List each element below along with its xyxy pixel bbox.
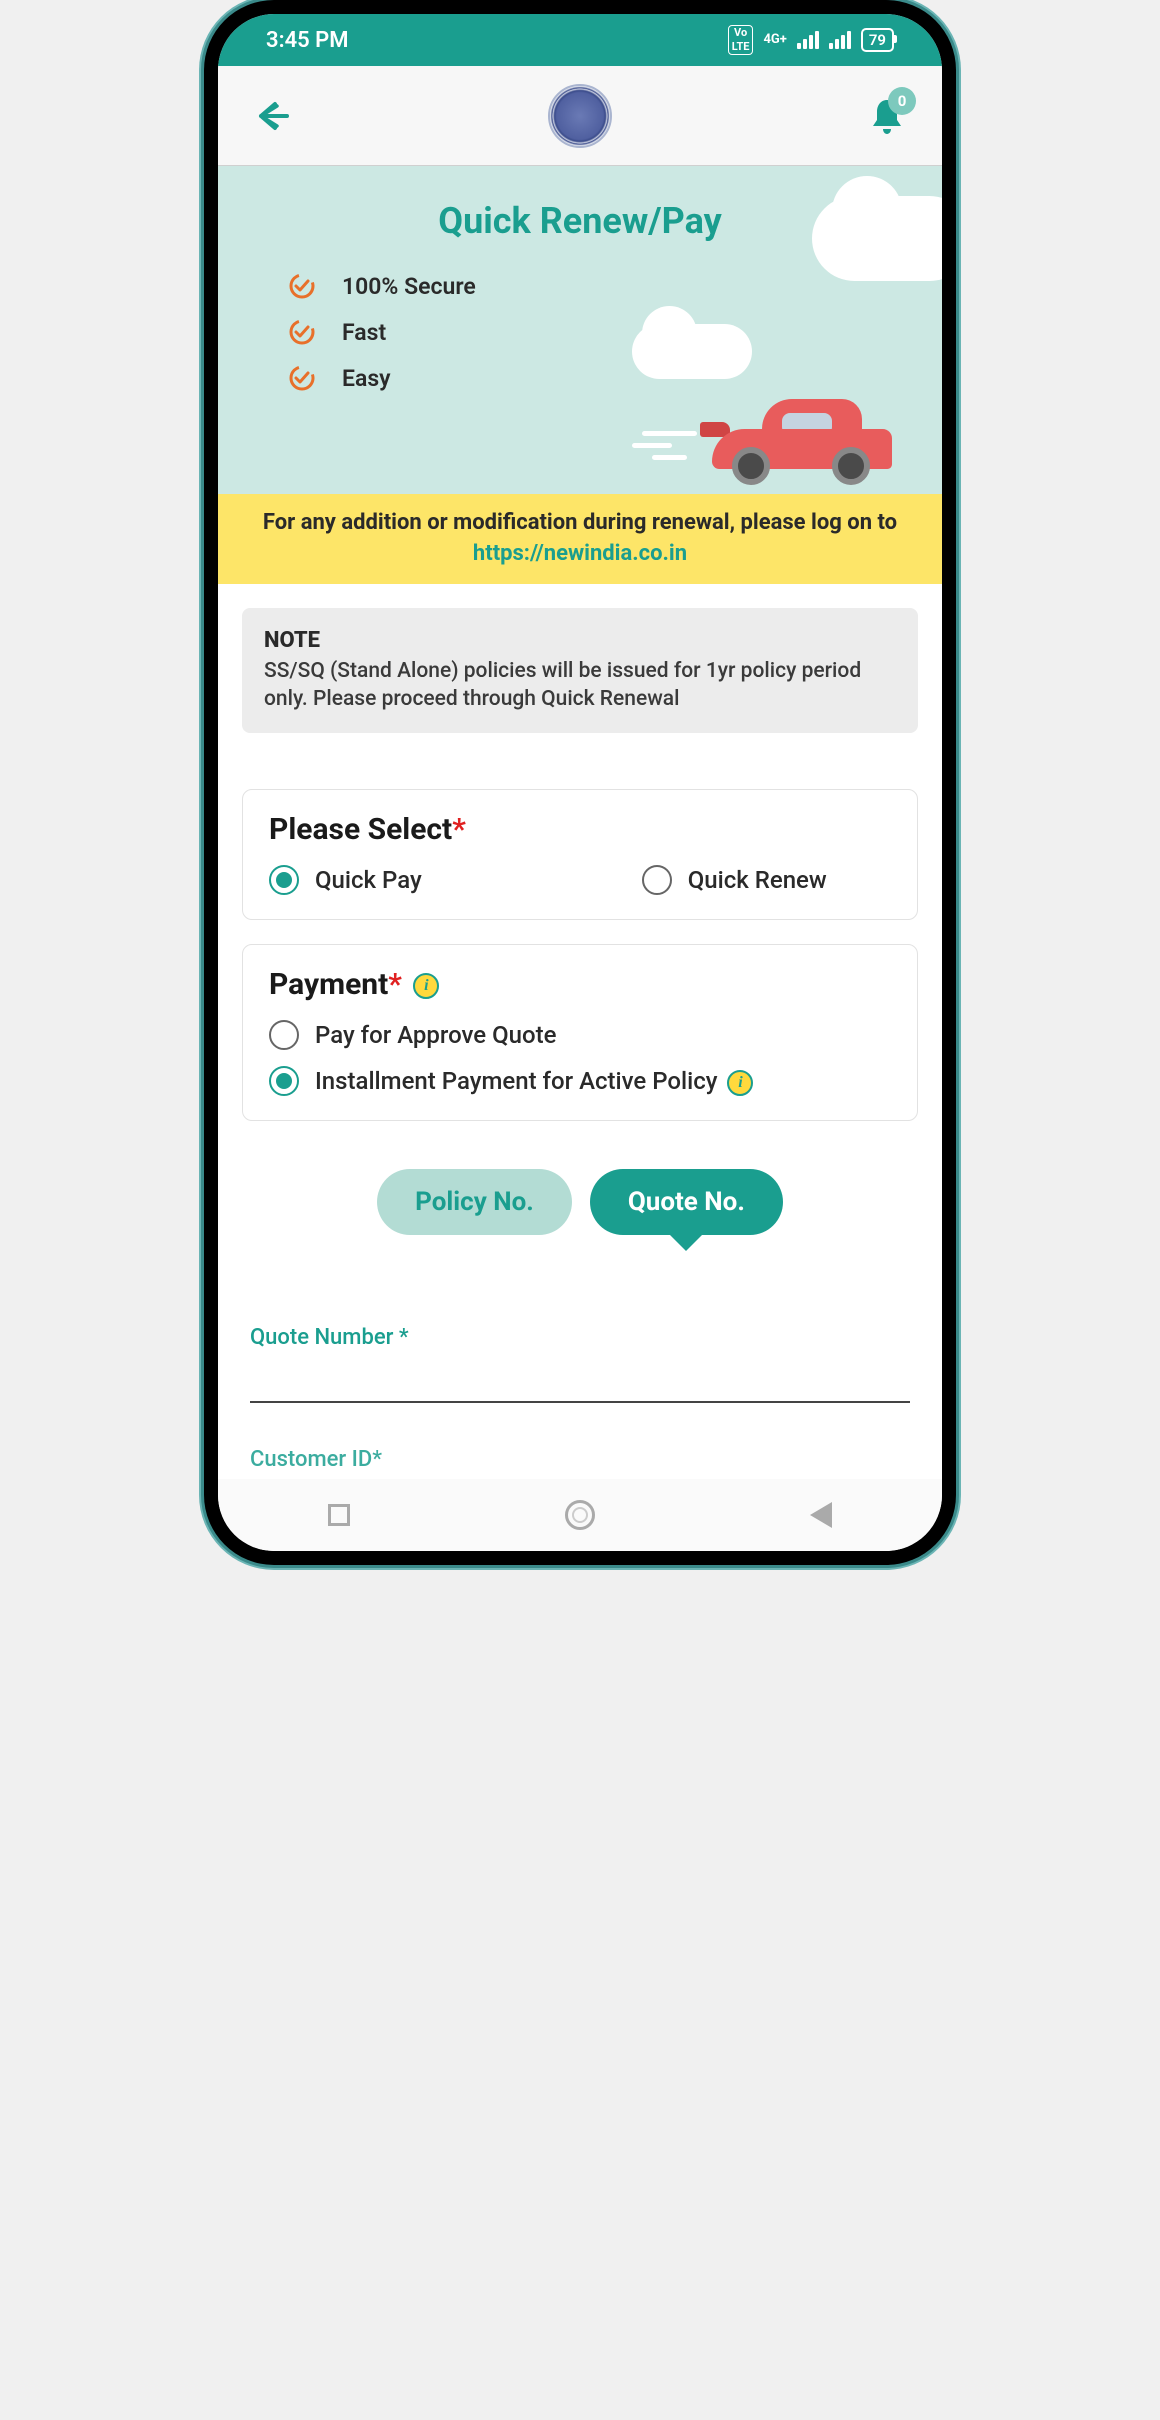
select-title: Please Select* xyxy=(269,812,891,847)
radio-pay-quote[interactable]: Pay for Approve Quote xyxy=(269,1020,891,1050)
main-content[interactable]: Quick Renew/Pay 100% Secure Fast Easy xyxy=(218,166,942,1479)
recents-button[interactable] xyxy=(314,1490,364,1540)
check-icon xyxy=(288,364,316,392)
radio-label: Pay for Approve Quote xyxy=(315,1021,556,1049)
radio-icon xyxy=(642,865,672,895)
notifications-button[interactable]: 0 xyxy=(862,91,912,141)
info-icon[interactable]: i xyxy=(413,973,439,999)
radio-quick-pay[interactable]: Quick Pay xyxy=(269,865,422,895)
back-button[interactable] xyxy=(248,91,298,141)
radio-label: Quick Pay xyxy=(315,866,422,894)
note-text: SS/SQ (Stand Alone) policies will be iss… xyxy=(264,657,896,714)
notification-badge: 0 xyxy=(888,87,916,115)
customer-id-label: Customer ID* xyxy=(250,1447,910,1472)
quote-number-label: Quote Number * xyxy=(250,1325,910,1350)
radio-quick-renew[interactable]: Quick Renew xyxy=(642,865,827,895)
radio-icon xyxy=(269,1020,299,1050)
battery-indicator: 79 xyxy=(861,28,894,52)
info-icon[interactable]: i xyxy=(727,1070,753,1096)
car-illustration xyxy=(682,399,912,489)
radio-label: Quick Renew xyxy=(688,866,827,894)
quote-number-input[interactable] xyxy=(250,1358,910,1403)
status-time: 3:45 PM xyxy=(266,28,349,53)
signal-icon-1 xyxy=(797,31,819,49)
feature-label: Fast xyxy=(342,319,386,346)
cloud-decoration xyxy=(632,324,752,379)
note-box: NOTE SS/SQ (Stand Alone) policies will b… xyxy=(242,608,918,734)
check-icon xyxy=(288,318,316,346)
app-header: 0 xyxy=(218,66,942,166)
policy-no-tab[interactable]: Policy No. xyxy=(377,1169,572,1235)
radio-label: Installment Payment for Active Policy i xyxy=(315,1067,753,1096)
toggle-row: Policy No. Quote No. xyxy=(242,1169,918,1235)
status-bar: 3:45 PM Vo LTE 4G+ 79 xyxy=(218,14,942,66)
payment-card: Payment* i Pay for Approve Quote Install… xyxy=(242,944,918,1121)
payment-title: Payment* i xyxy=(269,967,891,1002)
hero-section: Quick Renew/Pay 100% Secure Fast Easy xyxy=(218,166,942,494)
home-button[interactable] xyxy=(555,1490,605,1540)
banner-text: For any addition or modification during … xyxy=(263,510,897,535)
radio-icon xyxy=(269,1066,299,1096)
check-icon xyxy=(288,272,316,300)
feature-label: Easy xyxy=(342,365,391,392)
quote-no-tab[interactable]: Quote No. xyxy=(590,1169,783,1235)
feature-item: Fast xyxy=(288,318,942,346)
back-nav-button[interactable] xyxy=(796,1490,846,1540)
volte-icon: Vo LTE xyxy=(728,25,754,55)
feature-label: 100% Secure xyxy=(342,273,476,300)
feature-item: Easy xyxy=(288,364,942,392)
company-logo xyxy=(548,84,612,148)
note-title: NOTE xyxy=(264,628,896,653)
signal-icon-2 xyxy=(829,31,851,49)
radio-icon xyxy=(269,865,299,895)
banner-link[interactable]: https://newindia.co.in xyxy=(473,541,687,566)
network-type: 4G+ xyxy=(763,34,786,46)
select-card: Please Select* Quick Pay Quick Renew xyxy=(242,789,918,920)
radio-installment[interactable]: Installment Payment for Active Policy i xyxy=(269,1066,891,1096)
status-indicators: Vo LTE 4G+ 79 xyxy=(728,25,894,55)
system-navbar xyxy=(218,1479,942,1551)
cloud-decoration xyxy=(812,196,942,281)
info-banner: For any addition or modification during … xyxy=(218,494,942,584)
